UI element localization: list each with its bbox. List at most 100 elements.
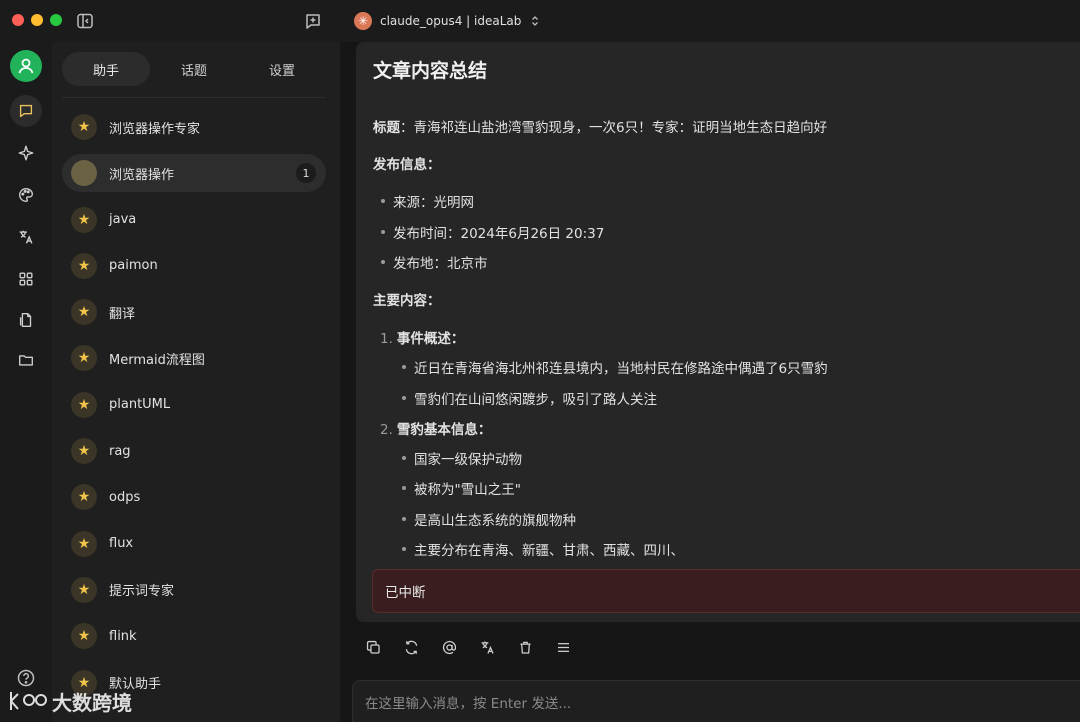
- assistant-item[interactable]: ★ flux: [62, 525, 326, 563]
- interrupted-notice: 已中断: [372, 569, 1080, 613]
- assistant-label: rag: [109, 443, 131, 459]
- title-bar: ✳ claude_opus4 | ideaLab: [0, 0, 1080, 42]
- files-nav-button[interactable]: [10, 304, 42, 336]
- watermark-logo-icon: [10, 692, 47, 710]
- section-heading: 2. 雪豹基本信息：: [380, 422, 492, 438]
- message-heading: 文章内容总结: [373, 60, 488, 82]
- avatar[interactable]: [10, 50, 42, 82]
- assistant-label: 浏览器操作专家: [109, 121, 201, 137]
- list-item: 被称为"雪山之王": [402, 478, 521, 498]
- model-selector[interactable]: ✳ claude_opus4 | ideaLab: [354, 11, 541, 31]
- headline-text: ：青海祁连山盐池湾雪豹现身，一次6只！专家：证明当地生态日趋向好: [400, 120, 828, 136]
- list-item: 雪豹们在山间悠闲踱步，吸引了路人关注: [402, 388, 657, 408]
- folder-icon: [19, 355, 33, 366]
- more-button[interactable]: [552, 636, 574, 658]
- icon-rail: [0, 42, 52, 722]
- assistant-item[interactable]: ★ Mermaid流程图: [62, 339, 326, 377]
- list-item: 主要分布在青海、新疆、甘肃、西藏、四川、: [402, 539, 684, 559]
- chat-nav-button[interactable]: [10, 95, 42, 127]
- assistant-label: plantUML: [109, 397, 171, 413]
- agents-nav-button[interactable]: [10, 137, 42, 169]
- watermark: 大数跨境: [8, 686, 132, 716]
- assistant-item[interactable]: ★ plantUML: [62, 386, 326, 424]
- assistant-label: 提示词专家: [109, 584, 175, 600]
- assistant-message: 文章内容总结 标题：青海祁连山盐池湾雪豹现身，一次6只！专家：证明当地生态日趋向…: [356, 42, 1080, 622]
- apps-nav-button[interactable]: [10, 263, 42, 295]
- star-icon: ★: [71, 576, 97, 603]
- headline-label: 标题: [373, 120, 400, 136]
- at-icon: [442, 640, 456, 654]
- panel-tabs: 助手 话题 设置: [62, 52, 326, 86]
- assistant-panel: 助手 话题 设置 ★ 浏览器操作专家 ★ 浏览器操作 1 ★ java ★ pa…: [52, 42, 340, 722]
- star-icon: ★: [71, 299, 97, 326]
- publish-heading: 发布信息：: [373, 157, 441, 173]
- star-icon: ★: [71, 438, 97, 465]
- assistant-label: java: [109, 212, 137, 228]
- assistant-item[interactable]: ★ 提示词专家: [62, 571, 326, 609]
- sidebar-toggle-icon[interactable]: [75, 11, 95, 31]
- star-icon: ★: [71, 206, 97, 233]
- new-topic-icon[interactable]: [303, 11, 323, 31]
- mention-button[interactable]: [438, 636, 460, 658]
- refresh-icon: [405, 640, 417, 654]
- sparkle-icon: [18, 145, 34, 161]
- window-close-button[interactable]: [12, 14, 24, 26]
- tab-topics[interactable]: 话题: [150, 52, 238, 86]
- assistant-label: flux: [109, 536, 134, 552]
- grid-icon: [19, 272, 33, 286]
- star-icon: ★: [71, 252, 97, 279]
- translate-button[interactable]: [476, 636, 498, 658]
- assistant-avatar-icon: ★: [71, 160, 97, 187]
- assistant-label: paimon: [109, 258, 158, 274]
- palette-icon: [19, 188, 33, 202]
- menu-icon: [557, 642, 569, 652]
- assistant-item[interactable]: ★ rag: [62, 432, 326, 470]
- star-icon: ★: [71, 391, 97, 418]
- copy-icon: [366, 640, 380, 654]
- regenerate-button[interactable]: [400, 636, 422, 658]
- document-icon: [19, 313, 32, 327]
- window-maximize-button[interactable]: [50, 14, 62, 26]
- assistant-item[interactable]: ★ java: [62, 201, 326, 239]
- assistant-item[interactable]: ★ 浏览器操作专家: [62, 108, 326, 146]
- star-icon: ★: [71, 345, 97, 372]
- window-minimize-button[interactable]: [31, 14, 43, 26]
- help-icon[interactable]: [16, 668, 36, 688]
- translate-icon: [481, 641, 494, 654]
- chat-area: 文章内容总结 标题：青海祁连山盐池湾雪豹现身，一次6只！专家：证明当地生态日趋向…: [340, 42, 1080, 722]
- tab-assistants[interactable]: 助手: [62, 52, 150, 86]
- assistant-item[interactable]: ★ odps: [62, 478, 326, 516]
- message-input[interactable]: [365, 691, 965, 717]
- message-actions: [362, 636, 574, 656]
- translate-nav-button[interactable]: [10, 221, 42, 253]
- delete-button[interactable]: [514, 636, 536, 658]
- translate-icon: [19, 230, 33, 244]
- divider: [62, 97, 326, 98]
- assistant-item[interactable]: ★ 浏览器操作 1: [62, 154, 326, 193]
- list-item: 国家一级保护动物: [402, 448, 522, 468]
- tab-settings[interactable]: 设置: [238, 52, 326, 86]
- assistant-item[interactable]: ★ flink: [62, 617, 326, 655]
- star-icon: ★: [71, 623, 97, 650]
- main-content-heading: 主要内容：: [373, 293, 441, 309]
- assistant-item[interactable]: ★ paimon: [62, 247, 326, 285]
- assistant-label: flink: [109, 628, 137, 644]
- assistant-label: 浏览器操作: [109, 167, 175, 183]
- claude-logo-icon: ✳: [354, 12, 372, 30]
- star-icon: ★: [71, 530, 97, 557]
- list-item: 来源：光明网: [381, 191, 474, 211]
- folder-nav-button[interactable]: [10, 344, 42, 376]
- copy-button[interactable]: [362, 636, 384, 658]
- star-icon: ★: [71, 114, 97, 140]
- assistant-label: 翻译: [109, 306, 136, 322]
- trash-icon: [519, 641, 531, 654]
- chevron-updown-icon: [532, 16, 539, 26]
- model-name: claude_opus4 | ideaLab: [380, 14, 522, 28]
- assistant-item[interactable]: ★ 翻译: [62, 293, 326, 331]
- assistant-label: odps: [109, 489, 141, 505]
- chat-icon: [19, 104, 33, 118]
- paint-nav-button[interactable]: [10, 179, 42, 211]
- list-item: 发布地：北京市: [381, 252, 488, 272]
- topic-count-badge: 1: [296, 163, 316, 184]
- list-item: 是高山生态系统的旗舰物种: [402, 509, 576, 529]
